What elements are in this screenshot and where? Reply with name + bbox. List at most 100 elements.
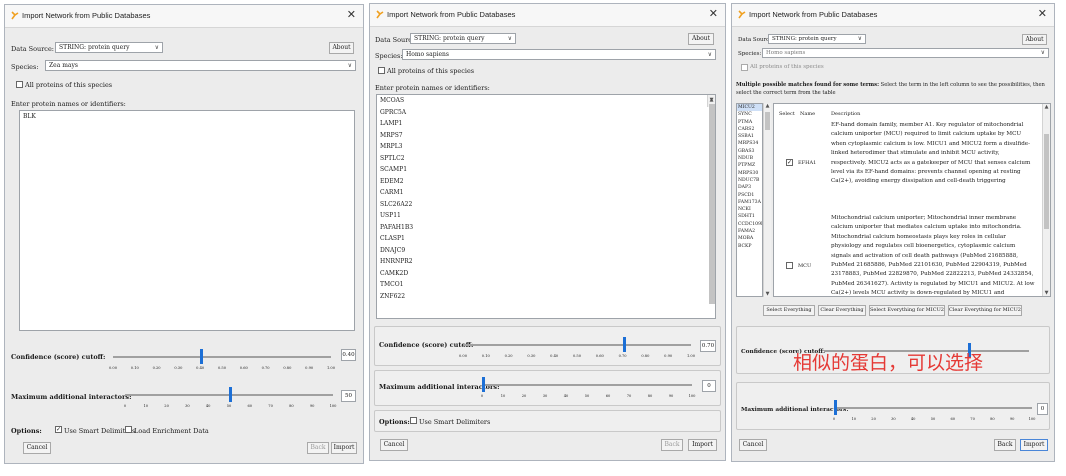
term-item[interactable]: NCKI (737, 206, 762, 213)
smart-delimiters-checkbox[interactable] (410, 417, 417, 424)
data-source-select[interactable]: STRING: protein query ∨ (768, 34, 866, 44)
species-select[interactable]: Homo sapiens ∨ (402, 49, 716, 60)
confidence-value-field[interactable]: 0.40 (341, 349, 356, 361)
back-button[interactable]: Back (994, 439, 1016, 451)
import-button[interactable]: Import (331, 442, 357, 454)
scroll-thumb[interactable] (765, 112, 770, 130)
term-item[interactable]: NDUC7B (737, 177, 762, 184)
close-icon[interactable]: ✕ (347, 8, 356, 21)
confidence-slider[interactable]: 0.00 0.10 0.20 0.30 0.40 0.50 0.60 0.70 … (109, 347, 335, 370)
slider-thumb[interactable] (200, 349, 204, 364)
protein-entry: LAMP1 (380, 120, 403, 127)
term-item[interactable]: PTMA (737, 119, 762, 126)
term-item[interactable]: FAMA2 (737, 228, 762, 235)
about-button[interactable]: About (688, 33, 714, 45)
scroll-thumb[interactable] (709, 104, 715, 304)
term-item[interactable]: SYNC (737, 111, 762, 118)
tick-label: 0.80 (641, 354, 650, 358)
tick-label: 0.30 (174, 366, 183, 370)
cancel-button[interactable]: Cancel (23, 442, 51, 454)
all-proteins-checkbox[interactable] (16, 81, 23, 88)
data-source-select[interactable]: STRING: protein query ∨ (55, 42, 163, 53)
annotation-text: 相似的蛋白，可以选择 (793, 352, 984, 374)
term-item[interactable]: PTPMZ (737, 162, 762, 169)
term-item[interactable]: MRPS30 (737, 170, 762, 177)
interactors-value-field[interactable]: 0 (702, 380, 716, 392)
select-for-term-button[interactable]: Select Everything for MICU2 (869, 305, 945, 316)
protein-text-area[interactable]: MCOAS GPRC5A LAMP1 MRPS7 MRPL3 SPTLC2 SC… (376, 94, 716, 319)
data-source-select[interactable]: STRING: protein query ∨ (410, 33, 516, 44)
row-select-checkbox[interactable] (786, 262, 793, 269)
tick-label: 1.00 (686, 354, 696, 358)
term-item[interactable]: FAM173A (737, 199, 762, 206)
term-item[interactable]: GBAS3 (737, 148, 762, 155)
slider-track (463, 344, 691, 346)
tick-label: 60 (950, 417, 956, 421)
interactors-slider[interactable]: 0 10 20 30 40 50 60 70 80 90 100 (480, 375, 695, 398)
all-proteins-checkbox[interactable] (741, 64, 748, 71)
tick-label: 70 (970, 417, 975, 421)
term-item[interactable]: CARS2 (737, 126, 762, 133)
close-icon[interactable]: ✕ (709, 7, 718, 20)
term-list-scrollbar[interactable]: ▲ ▼ (763, 103, 771, 297)
matches-message: Multiple possible matches found for some… (736, 81, 1052, 97)
scroll-down-icon[interactable]: ▼ (1043, 290, 1050, 296)
term-item[interactable]: MRPS34 (737, 140, 762, 147)
cytoscape-app-icon (11, 11, 19, 20)
confidence-value-field[interactable]: 0.70 (700, 340, 716, 352)
import-button[interactable]: Import (1020, 439, 1048, 451)
row-select-checkbox[interactable]: ✓ (786, 159, 793, 166)
tick-label: 0 (480, 394, 484, 398)
scroll-up-icon[interactable]: ▲ (1043, 104, 1050, 110)
species-select[interactable]: Zea mays ∨ (45, 60, 356, 71)
interactors-slider[interactable]: 0 10 20 30 40 50 60 70 80 90 100 (124, 385, 336, 408)
import-button[interactable]: Import (688, 439, 717, 451)
scroll-up-icon[interactable]: ▲ (764, 103, 771, 109)
tick-label: 100 (688, 394, 696, 398)
vertical-scrollbar[interactable]: ▲ ▼ (707, 95, 715, 304)
interactors-slider[interactable]: 0 10 20 30 40 50 60 70 80 90 100 (833, 398, 1035, 421)
about-button[interactable]: About (1022, 34, 1047, 45)
term-item-selected[interactable]: MICU2 (737, 104, 762, 112)
term-item[interactable]: BCKP (737, 243, 762, 250)
table-scrollbar[interactable]: ▲ ▼ (1042, 104, 1050, 296)
term-item[interactable]: SSBA1 (737, 133, 762, 140)
term-list[interactable]: MICU2 SYNC PTMA CARS2 SSBA1 MRPS34 GBAS3… (736, 103, 763, 297)
clear-everything-button[interactable]: Clear Everything (818, 305, 866, 316)
scroll-thumb[interactable] (1044, 134, 1049, 229)
import-dialog-1: Import Network from Public Databases ✕ D… (4, 4, 364, 464)
term-item[interactable]: CCDC109B (737, 221, 762, 228)
term-item[interactable]: NDUB (737, 155, 762, 162)
cancel-button[interactable]: Cancel (380, 439, 408, 451)
interactors-value-field[interactable]: 50 (341, 390, 356, 402)
slider-thumb[interactable] (482, 377, 485, 392)
species-select[interactable]: Homo sapiens ∨ (762, 48, 1049, 58)
all-proteins-checkbox[interactable] (378, 67, 385, 74)
scroll-down-icon[interactable]: ▼ (708, 95, 715, 107)
term-item[interactable]: PSCD1 (737, 192, 762, 199)
term-item[interactable]: MOBA (737, 235, 762, 242)
back-button[interactable]: Back (661, 439, 683, 451)
term-item[interactable]: DAP3 (737, 184, 762, 191)
clear-for-term-button[interactable]: Clear Everything for MICU2 (948, 305, 1022, 316)
slider-thumb[interactable] (622, 337, 626, 352)
tick-label: 50 (226, 404, 232, 408)
term-item[interactable]: SDHT1 (737, 213, 762, 220)
cancel-button[interactable]: Cancel (739, 439, 767, 451)
species-label: Species: (375, 52, 403, 60)
slider-thumb[interactable] (229, 387, 232, 402)
confidence-slider[interactable]: 0.00 0.10 0.20 0.30 0.40 0.50 0.60 0.70 … (459, 335, 695, 358)
close-icon[interactable]: ✕ (1038, 7, 1047, 20)
protein-entry: TMCO1 (380, 281, 404, 288)
tick-label: 0.70 (618, 354, 627, 358)
protein-text-area[interactable]: BLK (19, 110, 355, 331)
back-button[interactable]: Back (307, 442, 329, 454)
about-button[interactable]: About (329, 42, 354, 54)
smart-delimiters-checkbox[interactable]: ✓ (55, 426, 62, 433)
protein-entry: PAFAH1B3 (380, 223, 414, 231)
scroll-down-icon[interactable]: ▼ (764, 291, 771, 297)
enrichment-checkbox[interactable] (125, 426, 132, 433)
select-everything-button[interactable]: Select Everything (763, 305, 815, 316)
slider-thumb[interactable] (834, 400, 837, 415)
interactors-value-field[interactable]: 0 (1037, 403, 1048, 415)
